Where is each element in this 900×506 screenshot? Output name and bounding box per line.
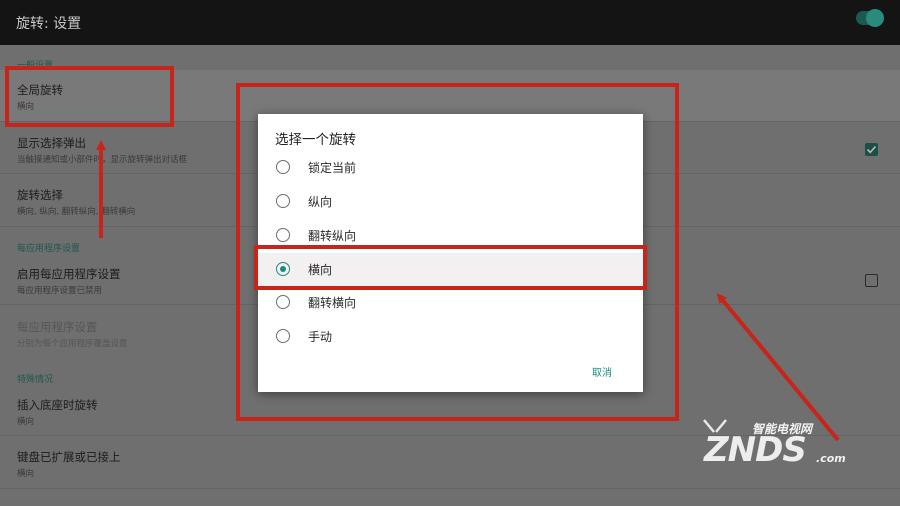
master-toggle-switch[interactable] — [856, 9, 884, 27]
rotation-dialog: 选择一个旋转 锁定当前 纵向 翻转纵向 横向 翻转横向 手动 取消 — [258, 114, 643, 392]
option-lock-current[interactable]: 锁定当前 — [258, 151, 643, 184]
app-title: 旋转: 设置 — [16, 16, 82, 32]
pref-title: 显示选择弹出 — [17, 136, 86, 150]
pref-title: 启用每应用程序设置 — [17, 267, 121, 281]
pref-summary: 横向 — [17, 469, 35, 479]
pref-title: 插入底座时旋转 — [17, 398, 98, 412]
switch-knob — [866, 9, 884, 27]
option-label: 锁定当前 — [308, 161, 357, 175]
option-label: 横向 — [308, 263, 333, 277]
znds-watermark-logo: 智能电视网 ZNDS .com — [690, 418, 860, 478]
radio-button-selected[interactable] — [276, 262, 290, 276]
option-label: 纵向 — [308, 195, 333, 209]
app-bar: 旋转: 设置 — [0, 0, 900, 45]
radio-button[interactable] — [276, 194, 290, 208]
pref-summary: 横向 — [17, 417, 35, 427]
show-popup-checkbox[interactable] — [865, 143, 878, 156]
radio-button[interactable] — [276, 228, 290, 242]
radio-button[interactable] — [276, 329, 290, 343]
option-reverse-portrait[interactable]: 翻转纵向 — [258, 219, 643, 252]
pref-title: 旋转选择 — [17, 188, 63, 202]
radio-button[interactable] — [276, 295, 290, 309]
check-icon — [866, 145, 877, 154]
pref-title: 键盘已扩展或已接上 — [17, 450, 121, 464]
pref-summary: 每应用程序设置已禁用 — [17, 286, 103, 296]
option-label: 手动 — [308, 330, 333, 344]
dialog-title: 选择一个旋转 — [275, 132, 356, 148]
enable-per-app-checkbox[interactable] — [865, 274, 878, 287]
pref-title: 全局旋转 — [17, 83, 63, 97]
option-manual[interactable]: 手动 — [258, 320, 643, 353]
pref-summary: 分别为每个应用程序覆盖设置 — [17, 339, 128, 349]
pref-title: 每应用程序设置 — [17, 320, 98, 334]
option-portrait[interactable]: 纵向 — [258, 185, 643, 218]
radio-dot — [279, 265, 286, 272]
pref-summary: 横向, 纵向, 翻转纵向, 翻转横向 — [17, 207, 136, 217]
pref-summary: 当触摸通知或小部件时，显示旋转弹出对话框 — [17, 155, 188, 165]
watermark-suffix: .com — [816, 452, 846, 465]
option-label: 翻转横向 — [308, 296, 357, 310]
pref-summary: 横向 — [17, 102, 35, 112]
radio-button[interactable] — [276, 160, 290, 174]
cancel-button[interactable]: 取消 — [592, 364, 612, 379]
option-reverse-landscape[interactable]: 翻转横向 — [258, 286, 643, 319]
option-label: 翻转纵向 — [308, 229, 357, 243]
watermark-brand: ZNDS — [704, 430, 807, 470]
option-landscape[interactable]: 横向 — [258, 253, 643, 286]
